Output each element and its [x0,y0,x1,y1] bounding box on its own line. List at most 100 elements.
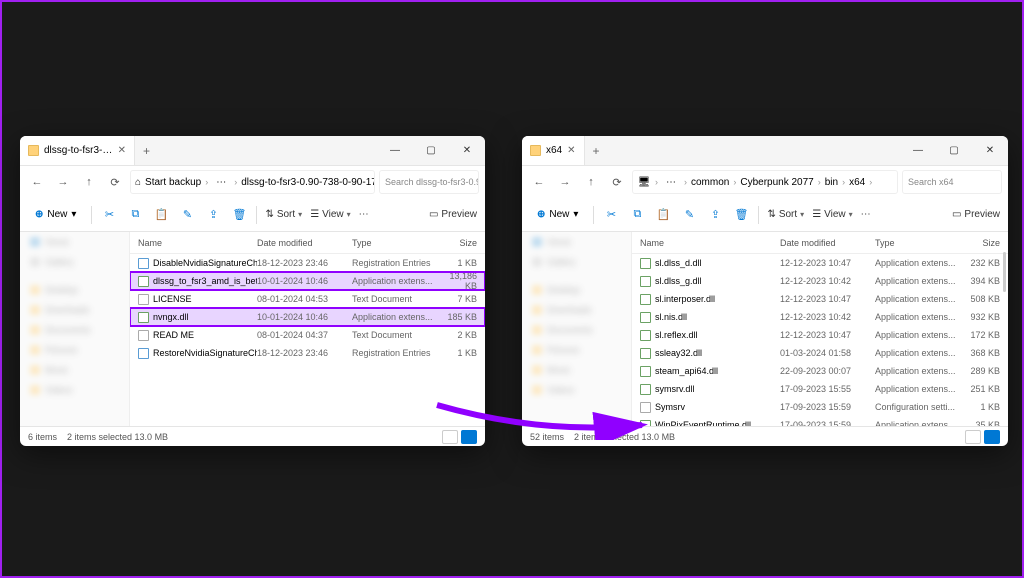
table-row[interactable]: Symsrv17-09-2023 15:59Configuration sett… [632,398,1008,416]
file-list[interactable]: Name Date modified Type Size DisableNvid… [130,232,485,426]
copy-icon[interactable]: ⧉ [126,206,144,224]
copy-icon[interactable]: ⧉ [628,206,646,224]
file-icon [640,366,651,377]
details-view-icon[interactable] [984,430,1000,444]
view-button[interactable]: ☰ View▾ [310,209,350,220]
back-button[interactable]: ← [528,171,550,193]
paste-icon[interactable]: 📋 [654,206,672,224]
col-name[interactable]: Name [632,238,780,248]
sort-button[interactable]: ⇅ Sort▾ [265,209,302,220]
delete-icon[interactable]: 🗑 [230,206,248,224]
file-type: Application extens... [352,312,440,322]
list-view-icon[interactable] [965,430,981,444]
file-list[interactable]: Name Date modified Type Size sl.dlss_d.d… [632,232,1008,426]
file-size: 185 KB [440,312,485,322]
cut-icon[interactable]: ✂ [602,206,620,224]
file-size: 35 KB [963,420,1008,426]
file-name: nvngx.dll [153,312,189,322]
table-row[interactable]: sl.dlss_g.dll12-12-2023 10:42Application… [632,272,1008,290]
table-row[interactable]: ssleay32.dll01-03-2024 01:58Application … [632,344,1008,362]
more-button[interactable]: ⋯ [359,209,369,220]
file-date: 17-09-2023 15:55 [780,384,875,394]
file-type: Application extens... [875,420,963,426]
forward-button[interactable]: → [554,171,576,193]
close-button[interactable]: ✕ [972,136,1008,166]
crumb-home[interactable]: Start backup [145,177,201,188]
preview-button[interactable]: ▭ Preview [429,209,477,220]
tab-title: dlssg-to-fsr3-0.90-738-0-90-1... [44,145,113,156]
crumb-ellipsis[interactable]: ⋯ [212,177,230,188]
rename-icon[interactable]: ✎ [680,206,698,224]
col-type[interactable]: Type [352,238,440,248]
crumb[interactable]: x64 [849,177,865,188]
new-button[interactable]: ⊕New▾ [530,206,585,223]
table-row[interactable]: DisableNvidiaSignatureChecks18-12-2023 2… [130,254,485,272]
crumb[interactable]: common [691,177,729,188]
table-row[interactable]: sl.nis.dll12-12-2023 10:42Application ex… [632,308,1008,326]
more-button[interactable]: ⋯ [861,209,871,220]
view-button[interactable]: ☰ View▾ [812,209,852,220]
refresh-button[interactable]: ⟳ [104,171,126,193]
table-row[interactable]: sl.dlss_d.dll12-12-2023 10:47Application… [632,254,1008,272]
table-row[interactable]: LICENSE08-01-2024 04:53Text Document7 KB [130,290,485,308]
search-input[interactable]: Search x64 [902,170,1002,194]
new-button[interactable]: ⊕New▾ [28,206,83,223]
file-name: WinPixEventRuntime.dll [655,420,751,426]
col-type[interactable]: Type [875,238,963,248]
col-date[interactable]: Date modified [780,238,875,248]
sidebar[interactable]: Home Gallery Desktop Downloads Documents… [20,232,130,426]
preview-button[interactable]: ▭ Preview [952,209,1000,220]
rename-icon[interactable]: ✎ [178,206,196,224]
table-row[interactable]: WinPixEventRuntime.dll17-09-2023 15:59Ap… [632,416,1008,426]
maximize-button[interactable]: ▢ [936,136,972,166]
col-size[interactable]: Size [963,238,1008,248]
delete-icon[interactable]: 🗑 [732,206,750,224]
table-row[interactable]: READ ME08-01-2024 04:37Text Document2 KB [130,326,485,344]
table-row[interactable]: nvngx.dll10-01-2024 10:46Application ext… [130,308,485,326]
sidebar[interactable]: Home Gallery Desktop Downloads Documents… [522,232,632,426]
close-icon[interactable]: ✕ [118,145,126,156]
tab-active[interactable]: dlssg-to-fsr3-0.90-738-0-90-1... ✕ [20,136,135,165]
tab-active[interactable]: x64 ✕ [522,136,585,165]
close-button[interactable]: ✕ [449,136,485,166]
table-row[interactable]: steam_api64.dll22-09-2023 00:07Applicati… [632,362,1008,380]
col-name[interactable]: Name [130,238,257,248]
crumb[interactable]: bin [825,177,838,188]
minimize-button[interactable]: — [377,136,413,166]
close-icon[interactable]: ✕ [567,145,575,156]
table-row[interactable]: RestoreNvidiaSignatureChecks18-12-2023 2… [130,344,485,362]
maximize-button[interactable]: ▢ [413,136,449,166]
crumb-folder[interactable]: dlssg-to-fsr3-0.90-738-0-90-170486409 [241,177,375,188]
file-name: Symsrv [655,402,685,412]
crumb[interactable]: Cyberpunk 2077 [740,177,813,188]
forward-button[interactable]: → [52,171,74,193]
file-type: Registration Entries [352,258,440,268]
new-tab-button[interactable]: + [135,144,158,158]
file-name: READ ME [153,330,194,340]
crumb-ellipsis[interactable]: ⋯ [662,177,680,188]
search-input[interactable]: Search dlssg-to-fsr3-0.90-738... [379,170,479,194]
back-button[interactable]: ← [26,171,48,193]
paste-icon[interactable]: 📋 [152,206,170,224]
scrollbar[interactable] [1003,252,1006,292]
breadcrumb[interactable]: 🖥 › ⋯ › common › Cyberpunk 2077 › bin › … [632,170,898,194]
col-date[interactable]: Date modified [257,238,352,248]
col-size[interactable]: Size [440,238,485,248]
list-view-icon[interactable] [442,430,458,444]
table-row[interactable]: symsrv.dll17-09-2023 15:55Application ex… [632,380,1008,398]
cut-icon[interactable]: ✂ [100,206,118,224]
new-tab-button[interactable]: + [585,144,608,158]
table-row[interactable]: sl.interposer.dll12-12-2023 10:47Applica… [632,290,1008,308]
details-view-icon[interactable] [461,430,477,444]
up-button[interactable]: ↑ [78,171,100,193]
share-icon[interactable]: ⇪ [706,206,724,224]
file-name: ssleay32.dll [655,348,702,358]
table-row[interactable]: sl.reflex.dll12-12-2023 10:47Application… [632,326,1008,344]
minimize-button[interactable]: — [900,136,936,166]
share-icon[interactable]: ⇪ [204,206,222,224]
breadcrumb[interactable]: ⌂ Start backup › ⋯ › dlssg-to-fsr3-0.90-… [130,170,375,194]
up-button[interactable]: ↑ [580,171,602,193]
refresh-button[interactable]: ⟳ [606,171,628,193]
sort-button[interactable]: ⇅ Sort▾ [767,209,804,220]
table-row[interactable]: dlssg_to_fsr3_amd_is_better.dll10-01-202… [130,272,485,290]
